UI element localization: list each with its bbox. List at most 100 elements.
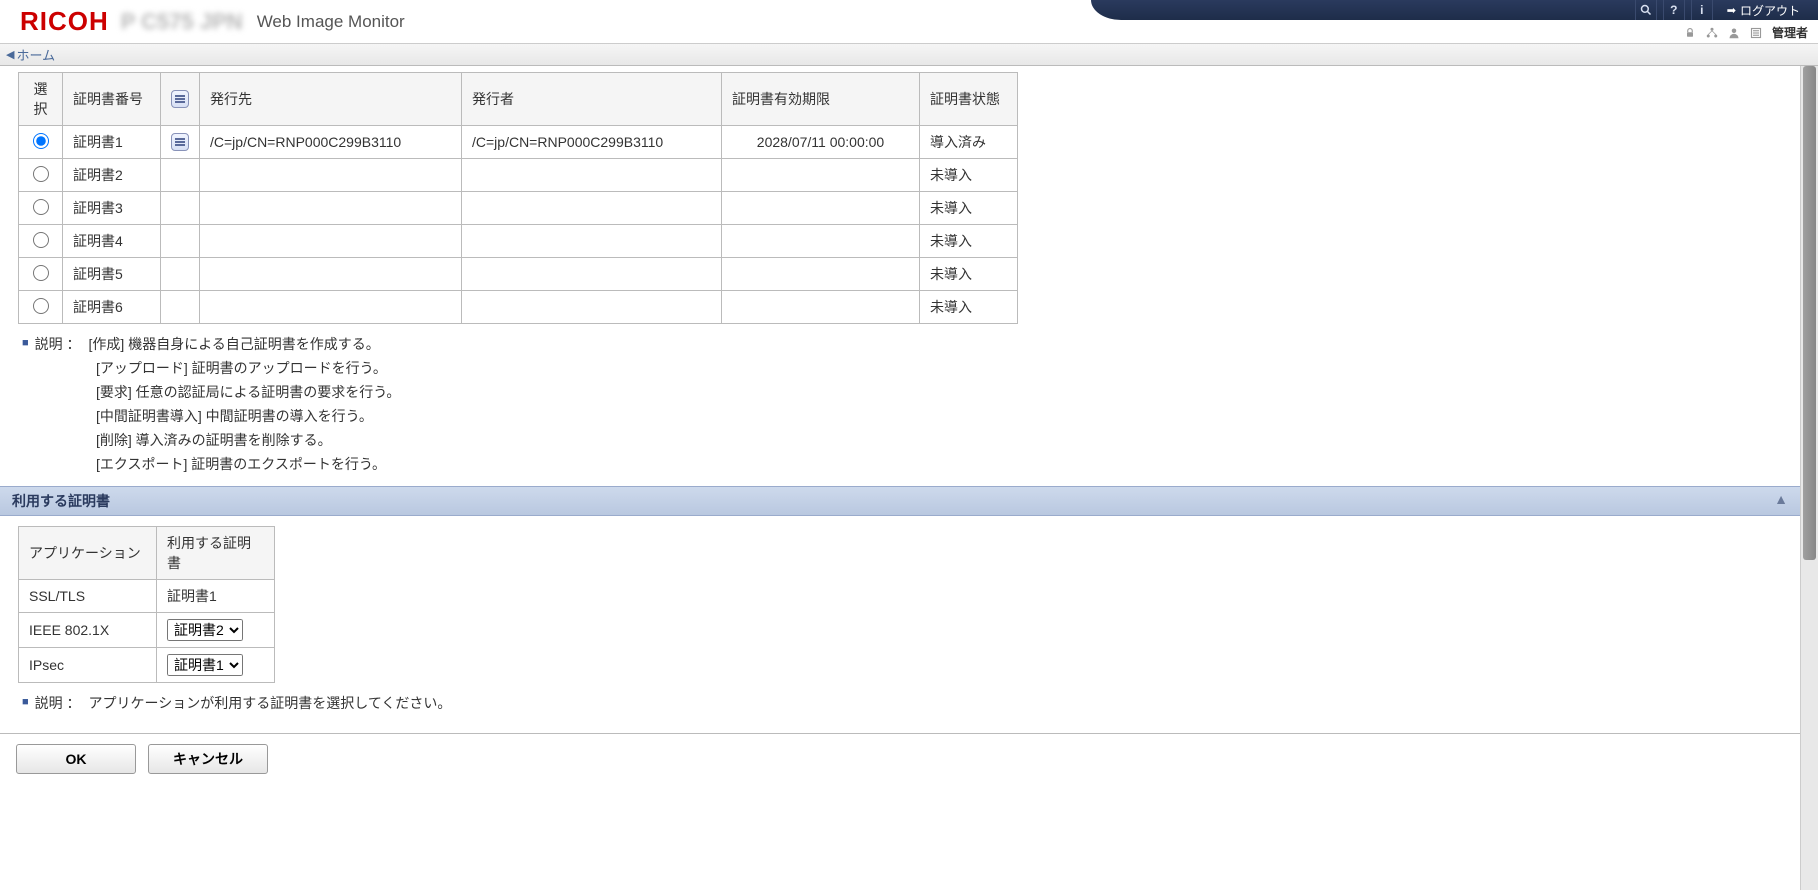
table-row: 証明書5未導入: [19, 258, 1018, 291]
cert-radio[interactable]: [33, 133, 49, 149]
bullet-icon: ■: [22, 693, 29, 713]
cell-detail: [161, 291, 200, 324]
cell-valid: 2028/07/11 00:00:00: [722, 126, 920, 159]
table-row: IPsec 証明書1証明書2証明書3証明書4証明書5証明書6: [19, 648, 275, 683]
breadcrumb-arrow-icon: ◀: [6, 48, 14, 61]
cell-certno: 証明書5: [63, 258, 161, 291]
table-row: 証明書2 未導入: [19, 159, 1018, 192]
scrollbar-thumb[interactable]: [1803, 66, 1816, 560]
description-line: [削除] 導入済みの証明書を削除する。: [96, 430, 1800, 450]
desc2-label: 説明 ：: [35, 693, 81, 713]
header-detail-icon[interactable]: [171, 90, 189, 108]
cancel-button[interactable]: キャンセル: [148, 744, 268, 774]
th-use-cert: 利用する証明書: [157, 527, 275, 580]
description-line: [アップロード] 証明書のアップロードを行う。: [96, 358, 1800, 378]
logout-button[interactable]: ➡ ログアウト: [1719, 2, 1808, 19]
cell-detail: [161, 192, 200, 225]
cell-detail: [161, 225, 200, 258]
th-issued-to: 発行先: [200, 73, 462, 126]
lock-icon: [1684, 27, 1696, 39]
table-row: IEEE 802.1X証明書1証明書2証明書3証明書4証明書5証明書6: [19, 613, 275, 648]
cell-select: [19, 192, 63, 225]
breadcrumb: ◀ ホーム: [0, 44, 1818, 66]
th-application: アプリケーション: [19, 527, 157, 580]
cell-status: 未導入: [920, 159, 1018, 192]
cert-radio[interactable]: [33, 298, 49, 314]
th-valid: 証明書有効期限: [722, 73, 920, 126]
footer-buttons: OK キャンセル: [0, 733, 1800, 784]
cell-issued-to: [200, 159, 462, 192]
collapse-icon[interactable]: ▲: [1774, 491, 1788, 507]
th-select: 選択: [19, 73, 63, 126]
cell-valid: [722, 225, 920, 258]
brand-logo: RICOH: [20, 6, 109, 37]
description-line: [中間証明書導入] 中間証明書の導入を行う。: [96, 406, 1800, 426]
cert-select[interactable]: 証明書1証明書2証明書3証明書4証明書5証明書6: [167, 654, 243, 676]
cell-select: [19, 126, 63, 159]
cell-certno: 証明書1: [63, 126, 161, 159]
cell-issuer: [462, 291, 722, 324]
desc-label: 説明 ：: [35, 334, 81, 354]
ok-button[interactable]: OK: [16, 744, 136, 774]
cell-valid: [722, 192, 920, 225]
cell-select: [19, 258, 63, 291]
cert-radio[interactable]: [33, 199, 49, 215]
breadcrumb-home[interactable]: ホーム: [16, 45, 55, 64]
section-title: 利用する証明書: [12, 493, 110, 509]
description-line: [要求] 任意の認証局による証明書の要求を行う。: [96, 382, 1800, 402]
model-name: P C575 JPN: [121, 9, 243, 35]
scrollbar[interactable]: [1800, 66, 1818, 890]
cert-radio[interactable]: [33, 166, 49, 182]
app-header: RICOH P C575 JPN Web Image Monitor ? i ➡…: [0, 0, 1818, 44]
search-icon[interactable]: [1635, 0, 1657, 20]
description-row: ■説明 ：[作成] 機器自身による自己証明書を作成する。: [22, 334, 1800, 354]
cell-status: 導入済み: [920, 126, 1018, 159]
table-row: 証明書6未導入: [19, 291, 1018, 324]
admin-label: 管理者: [1772, 24, 1808, 41]
network-icon: [1706, 27, 1718, 39]
cell-use-cert: 証明書1: [157, 580, 275, 613]
info-icon[interactable]: i: [1691, 0, 1713, 20]
table-row: 証明書1/C=jp/CN=RNP000C299B3110/C=jp/CN=RNP…: [19, 126, 1018, 159]
th-issuer: 発行者: [462, 73, 722, 126]
cell-use-cert: 証明書1証明書2証明書3証明書4証明書5証明書6: [157, 613, 275, 648]
section-header-use-cert: 利用する証明書 ▲: [0, 486, 1800, 516]
cell-issued-to: [200, 192, 462, 225]
certificate-table: 選択 証明書番号 発行先 発行者 証明書有効期限 証明書状態 証明書1/C=jp…: [18, 72, 1018, 324]
cell-detail: [161, 126, 200, 159]
cell-application: IPsec: [19, 648, 157, 683]
cell-issued-to: /C=jp/CN=RNP000C299B3110: [200, 126, 462, 159]
cell-select: [19, 159, 63, 192]
cell-certno: 証明書3: [63, 192, 161, 225]
cell-valid: [722, 258, 920, 291]
cell-issuer: [462, 258, 722, 291]
cell-certno: 証明書4: [63, 225, 161, 258]
cell-detail: [161, 159, 200, 192]
cell-status: 未導入: [920, 192, 1018, 225]
help-icon[interactable]: ?: [1663, 0, 1685, 20]
cell-issuer: [462, 225, 722, 258]
table-row: 証明書3 未導入: [19, 192, 1018, 225]
cell-select: [19, 225, 63, 258]
cell-use-cert: 証明書1証明書2証明書3証明書4証明書5証明書6: [157, 648, 275, 683]
cert-radio[interactable]: [33, 232, 49, 248]
subbar: 管理者: [1684, 24, 1808, 41]
table-row: 証明書4未導入: [19, 225, 1018, 258]
cell-issued-to: [200, 258, 462, 291]
cell-valid: [722, 159, 920, 192]
app-cert-table: アプリケーション 利用する証明書 SSL/TLS証明書1IEEE 802.1X証…: [18, 526, 275, 683]
cell-detail: [161, 258, 200, 291]
cell-select: [19, 291, 63, 324]
description-2: ■ 説明 ： アプリケーションが利用する証明書を選択してください。: [22, 693, 1800, 713]
cert-radio[interactable]: [33, 265, 49, 281]
cell-certno: 証明書2: [63, 159, 161, 192]
desc2-text: アプリケーションが利用する証明書を選択してください。: [89, 693, 452, 713]
app-title: Web Image Monitor: [257, 12, 405, 32]
topbar-right: ? i ➡ ログアウト: [1635, 0, 1808, 20]
cell-issuer: [462, 159, 722, 192]
cert-select[interactable]: 証明書1証明書2証明書3証明書4証明書5証明書6: [167, 619, 243, 641]
row-detail-icon[interactable]: [171, 133, 189, 151]
cell-issued-to: [200, 291, 462, 324]
cell-issuer: [462, 192, 722, 225]
cell-status: 未導入: [920, 291, 1018, 324]
